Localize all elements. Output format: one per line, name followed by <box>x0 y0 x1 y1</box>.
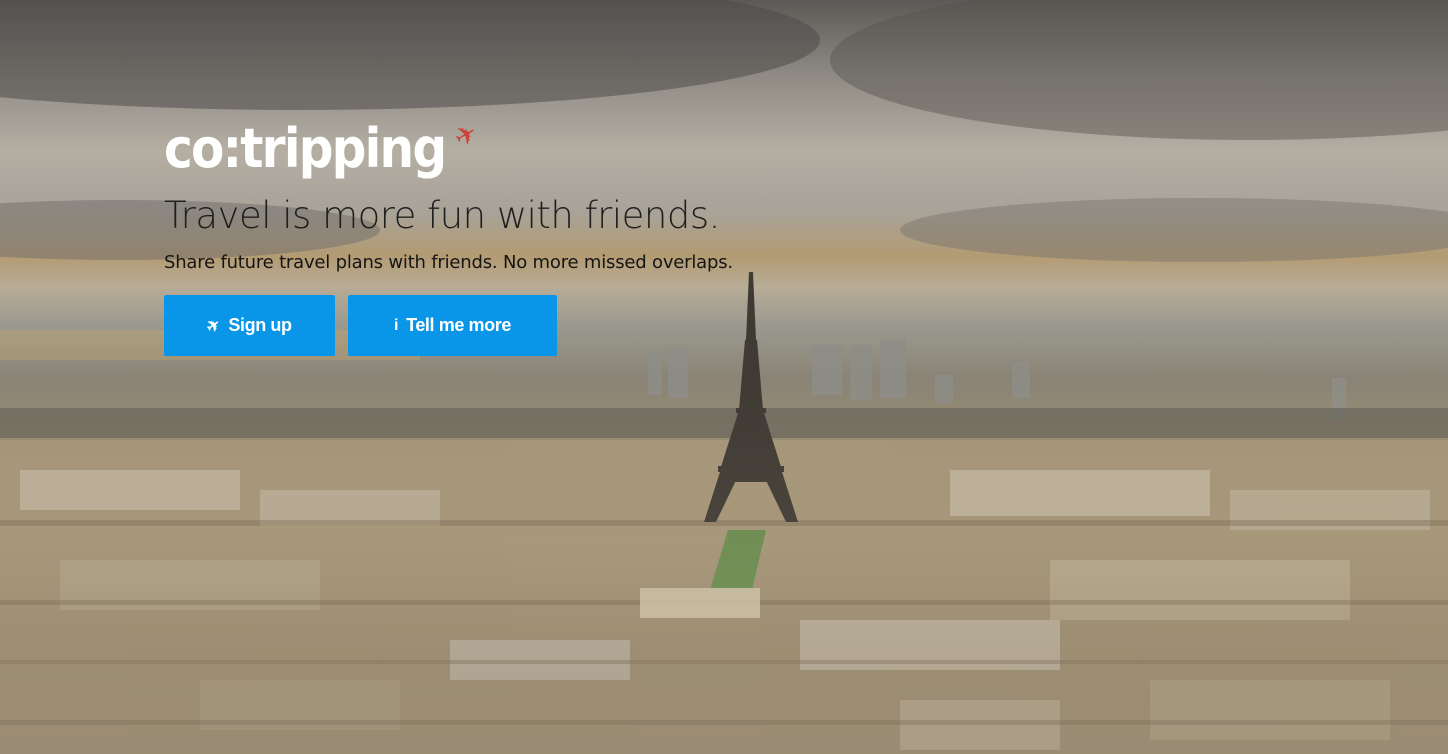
airplane-icon: ✈ <box>203 315 225 337</box>
sign-up-button[interactable]: ✈ Sign up <box>164 295 335 356</box>
tell-me-more-label: Tell me more <box>406 315 511 335</box>
tell-me-more-button[interactable]: i Tell me more <box>348 295 557 356</box>
hero-actions: ✈ Sign up i Tell me more <box>164 295 733 356</box>
brand-logo[interactable]: co:tripping ✈ <box>164 116 733 180</box>
paris-skyline-background-image <box>0 0 1448 754</box>
hero-subline: Share future travel plans with friends. … <box>164 252 733 273</box>
hero-content: co:tripping ✈ Travel is more fun with fr… <box>164 116 733 356</box>
info-icon: i <box>394 316 399 334</box>
sign-up-label: Sign up <box>228 315 292 335</box>
hero-tagline: Travel is more fun with friends. <box>164 194 720 237</box>
airplane-icon: ✈ <box>448 116 483 154</box>
logo-wordmark: co:tripping <box>164 117 447 180</box>
hero-section: co:tripping ✈ Travel is more fun with fr… <box>0 0 1448 754</box>
